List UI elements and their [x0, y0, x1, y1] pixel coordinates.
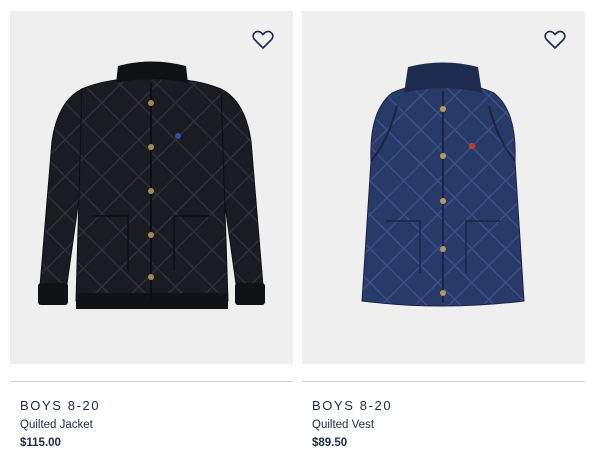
product-name[interactable]: Quilted Jacket — [20, 418, 100, 433]
card-divider — [10, 381, 293, 382]
product-grid: BOYS 8-20 Quilted Jacket $115.00 BOYS 8-… — [0, 0, 589, 460]
quilted-jacket-image[interactable] — [10, 11, 293, 364]
product-card-quilted-vest[interactable] — [302, 11, 585, 364]
quilted-vest-image[interactable] — [302, 11, 585, 364]
wishlist-heart-icon[interactable] — [544, 30, 566, 50]
product-category: BOYS 8-20 — [20, 398, 101, 413]
product-card-quilted-jacket[interactable] — [10, 11, 293, 364]
card-divider — [302, 381, 585, 382]
product-name[interactable]: Quilted Vest — [312, 418, 392, 433]
product-image-container[interactable] — [302, 11, 585, 364]
product-category: BOYS 8-20 — [312, 398, 393, 413]
product-price: $115.00 — [20, 437, 61, 449]
product-price: $89.50 — [312, 437, 348, 449]
wishlist-heart-icon[interactable] — [252, 30, 274, 50]
product-image-container[interactable] — [10, 11, 293, 364]
product-info: BOYS 8-20 Quilted Jacket $115.00 — [20, 398, 100, 451]
product-info: BOYS 8-20 Quilted Vest $89.50 — [312, 398, 392, 451]
